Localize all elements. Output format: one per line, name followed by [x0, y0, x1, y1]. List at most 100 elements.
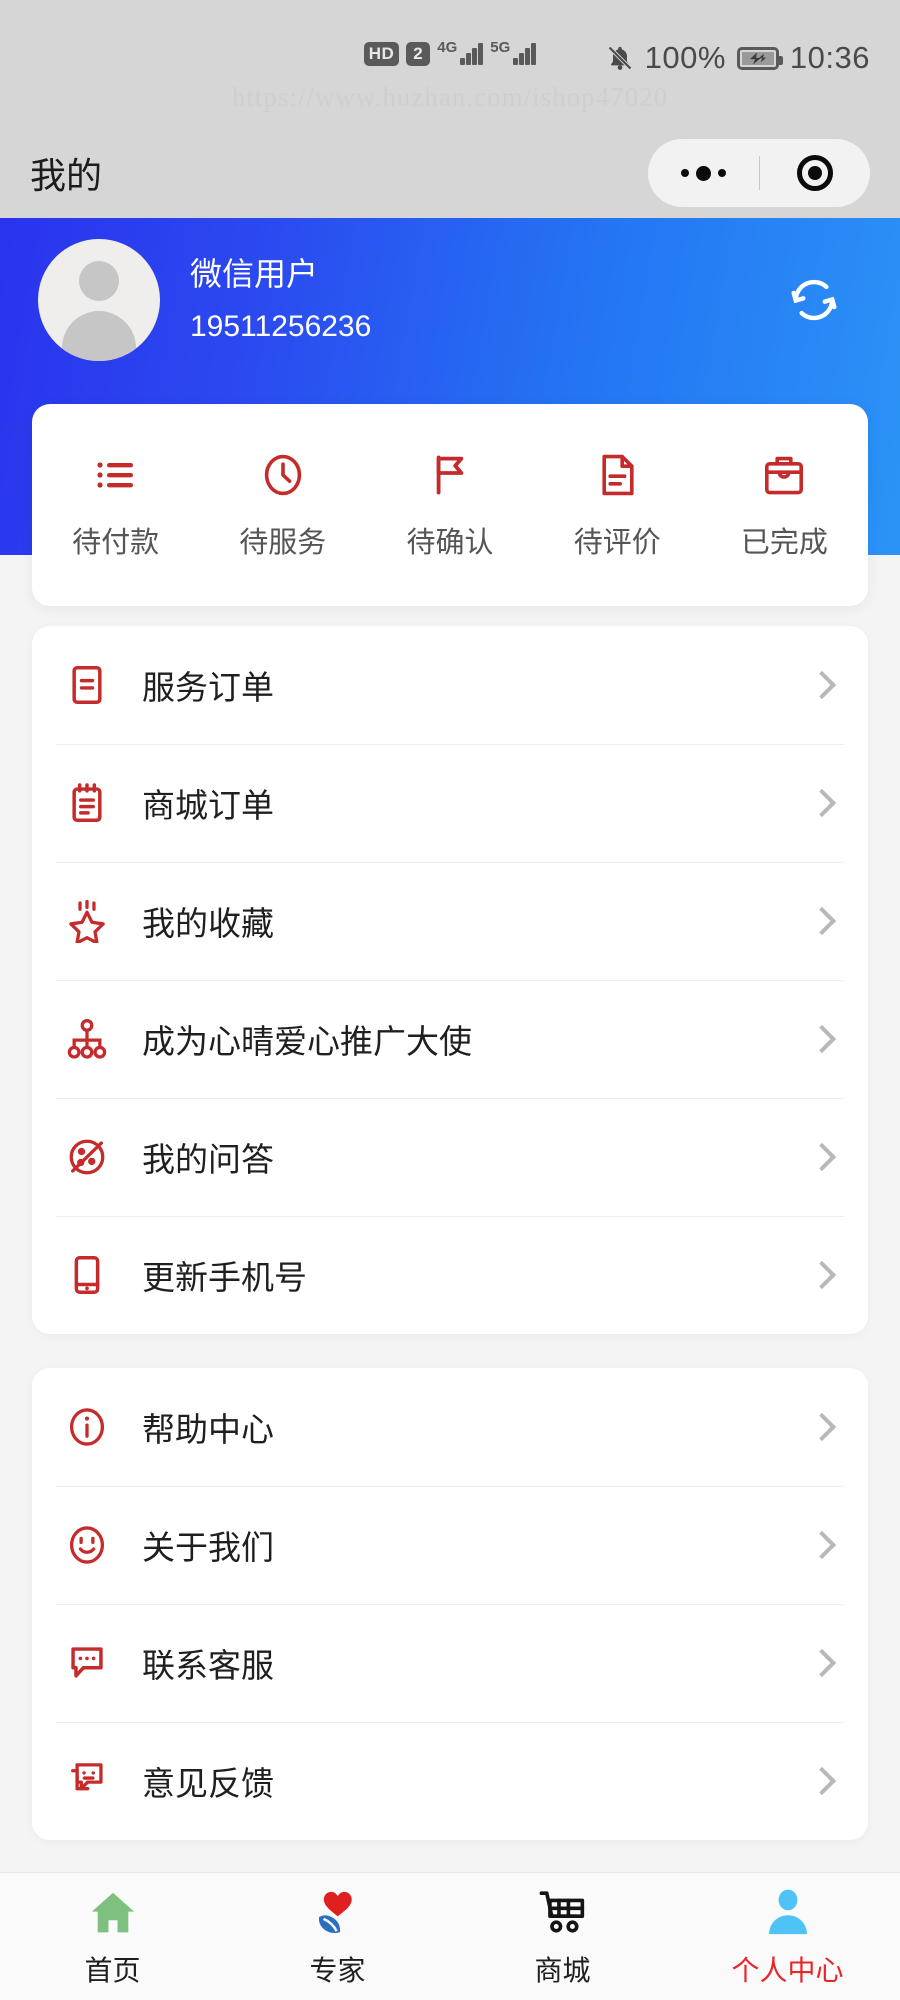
chat-bubble-dots-icon — [62, 1638, 112, 1688]
nav-header: 我的 — [0, 128, 900, 218]
menu-item-label: 联系客服 — [142, 1647, 274, 1684]
phone-screen: HD 2 4G 5G 100% 10:36 https://www.huzhan… — [0, 0, 900, 2000]
menu-group-primary: 服务订单 商城订单 我的收藏 成为心晴爱心推广大使 我的问答 更新手机号 — [32, 626, 868, 1334]
chevron-right-icon — [807, 906, 837, 936]
watermark-url: https://www.huzhan.com/ishop47020 — [231, 82, 669, 112]
menu-item-label: 我的问答 — [142, 1141, 274, 1178]
close-miniprogram-button[interactable] — [760, 155, 871, 191]
signal-group-2: 5G — [490, 38, 537, 65]
chevron-right-icon — [807, 1142, 837, 1172]
sim-badge: 2 — [406, 42, 431, 66]
menu-item-label: 服务订单 — [142, 669, 274, 706]
profile-text-block: 微信用户 19511256236 — [190, 251, 371, 348]
chevron-right-icon — [807, 670, 837, 700]
menu-item-feedback[interactable]: 意见反馈 — [32, 1722, 868, 1840]
menu-item-label: 更新手机号 — [142, 1259, 307, 1296]
chevron-right-icon — [807, 1412, 837, 1442]
user-avatar-icon — [38, 239, 160, 361]
menu-item-update-phone[interactable]: 更新手机号 — [32, 1216, 868, 1334]
order-tab-pending-review[interactable]: 待评价 — [534, 449, 701, 561]
tab-label: 专家 — [309, 1954, 366, 1986]
more-dots-icon — [680, 165, 726, 181]
refresh-sync-button[interactable] — [786, 272, 842, 328]
status-bar-network-group: HD 2 4G 5G — [363, 38, 537, 66]
list-lines-icon — [90, 449, 142, 501]
chevron-right-icon — [807, 1648, 837, 1678]
menu-item-mall-orders[interactable]: 商城订单 — [32, 744, 868, 862]
menu-item-service-orders[interactable]: 服务订单 — [32, 626, 868, 744]
mall-order-clipboard-icon — [62, 778, 112, 828]
chevron-right-icon — [807, 1530, 837, 1560]
chevron-right-icon — [807, 1024, 837, 1054]
flag-icon — [424, 449, 476, 501]
profile-row[interactable]: 微信用户 19511256236 — [0, 215, 900, 385]
heart-hand-expert-icon — [310, 1885, 366, 1941]
chevron-right-icon — [807, 788, 837, 818]
chevron-right-icon — [807, 1260, 837, 1290]
clock-time-label: 10:36 — [789, 40, 870, 75]
network-label-4g: 4G — [437, 38, 458, 56]
tab-expert[interactable]: 专家 — [225, 1885, 450, 1989]
menu-item-label: 帮助中心 — [142, 1411, 274, 1448]
menu-item-label: 商城订单 — [142, 787, 274, 824]
order-tab-pending-payment[interactable]: 待付款 — [32, 449, 199, 561]
network-share-icon — [62, 1014, 112, 1064]
smiley-face-icon — [62, 1520, 112, 1570]
tab-mall[interactable]: 商城 — [450, 1885, 675, 1989]
menu-item-label: 我的收藏 — [142, 905, 274, 942]
avatar[interactable] — [38, 239, 160, 361]
network-label-5g: 5G — [490, 38, 511, 56]
service-order-icon — [62, 660, 112, 710]
miniprogram-capsule[interactable] — [648, 139, 870, 207]
bell-muted-icon — [606, 43, 634, 73]
signal-group-1: 4G — [437, 38, 484, 65]
menu-item-become-ambassador[interactable]: 成为心晴爱心推广大使 — [32, 980, 868, 1098]
order-status-card: 待付款 待服务 待确认 待评价 已完成 — [32, 404, 868, 606]
more-menu-button[interactable] — [648, 165, 759, 181]
document-lines-icon — [591, 449, 643, 501]
battery-percent-label: 100% — [644, 40, 726, 75]
menu-item-help-center[interactable]: 帮助中心 — [32, 1368, 868, 1486]
shopping-cart-icon — [535, 1885, 591, 1941]
hd-badge: HD — [363, 42, 400, 66]
menu-item-my-qa[interactable]: 我的问答 — [32, 1098, 868, 1216]
tab-home[interactable]: 首页 — [0, 1885, 225, 1989]
signal-bars-icon-2 — [513, 42, 537, 65]
menu-item-label: 意见反馈 — [142, 1765, 274, 1802]
order-tab-pending-confirm[interactable]: 待确认 — [366, 449, 533, 561]
order-tab-label: 待付款 — [72, 527, 160, 559]
signal-bars-icon-1 — [460, 42, 484, 65]
battery-charging-icon — [736, 46, 783, 70]
tab-profile[interactable]: 个人中心 — [675, 1885, 900, 1989]
home-icon — [85, 1885, 141, 1941]
profile-name: 微信用户 — [190, 256, 319, 293]
order-tab-pending-service[interactable]: 待服务 — [199, 449, 366, 561]
menu-item-my-favorites[interactable]: 我的收藏 — [32, 862, 868, 980]
tab-label: 商城 — [534, 1954, 591, 1986]
person-profile-icon — [760, 1885, 816, 1941]
menu-item-about-us[interactable]: 关于我们 — [32, 1486, 868, 1604]
tab-label: 首页 — [84, 1954, 141, 1986]
order-tab-label: 待服务 — [239, 527, 327, 559]
profile-phone: 19511256236 — [190, 309, 372, 343]
tab-label: 个人中心 — [731, 1954, 844, 1986]
menu-item-contact-support[interactable]: 联系客服 — [32, 1604, 868, 1722]
star-favorite-icon — [62, 896, 112, 946]
order-tab-label: 待确认 — [406, 527, 494, 559]
mobile-phone-icon — [62, 1250, 112, 1300]
feedback-bubble-icon — [62, 1756, 112, 1806]
qa-planet-icon — [62, 1132, 112, 1182]
order-tab-label: 待评价 — [573, 527, 661, 559]
menu-item-label: 成为心晴爱心推广大使 — [142, 1023, 472, 1060]
chevron-right-icon — [807, 1766, 837, 1796]
order-tab-label: 已完成 — [740, 527, 828, 559]
status-bar-right-group: 100% 10:36 — [606, 40, 870, 76]
clock-icon — [257, 449, 309, 501]
bottom-tab-bar: 首页 专家 商城 个人中心 — [0, 1872, 900, 2000]
page-title: 我的 — [30, 155, 103, 196]
menu-group-secondary: 帮助中心 关于我们 联系客服 意见反馈 — [32, 1368, 868, 1840]
briefcase-icon — [758, 449, 810, 501]
info-circle-icon — [62, 1402, 112, 1452]
order-tab-completed[interactable]: 已完成 — [701, 449, 868, 561]
target-circle-icon — [796, 155, 833, 191]
